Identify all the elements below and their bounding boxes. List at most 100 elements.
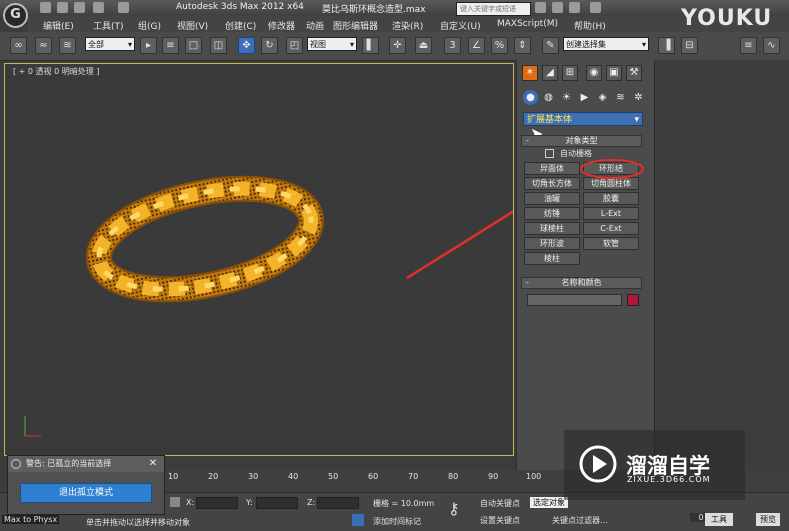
cameras-icon[interactable]: ▶ xyxy=(577,90,592,105)
undo-icon[interactable] xyxy=(93,2,104,13)
angle-snap-icon[interactable]: ∠ xyxy=(468,37,485,54)
hose-button[interactable]: 软管 xyxy=(583,237,639,250)
menu-graph-editors[interactable]: 图形编辑器 xyxy=(333,19,378,32)
lights-icon[interactable]: ☀ xyxy=(559,90,574,105)
maxscript-listener[interactable]: Max to Physx xyxy=(2,515,60,524)
c-ext-button[interactable]: C-Ext xyxy=(583,222,639,235)
name-color-rollout[interactable]: - 名称和颜色 xyxy=(521,277,642,289)
hierarchy-tab-icon[interactable]: ⊞ xyxy=(562,65,578,81)
time-tag-icon[interactable] xyxy=(352,514,364,526)
rect-selection-icon[interactable]: □ xyxy=(185,37,202,54)
edit-named-sets-icon[interactable]: ✎ xyxy=(542,37,559,54)
helpers-icon[interactable]: ◈ xyxy=(595,90,610,105)
modify-tab-icon[interactable]: ◢ xyxy=(542,65,558,81)
y-coord-field[interactable] xyxy=(256,497,298,509)
tool-button[interactable]: 工具 xyxy=(705,513,733,526)
select-object-icon[interactable]: ▸ xyxy=(140,37,157,54)
select-move-icon[interactable]: ✥ xyxy=(238,37,255,54)
subscription-icon[interactable] xyxy=(552,2,563,13)
reference-coord-select[interactable]: 视图 xyxy=(307,37,357,52)
utilities-tab-icon[interactable]: ⚒ xyxy=(626,65,642,81)
close-icon[interactable]: ✕ xyxy=(147,458,159,470)
grid-size: 栅格 = 10.0mm xyxy=(373,499,435,508)
x-coord-field[interactable] xyxy=(196,497,238,509)
app-logo-icon[interactable]: G xyxy=(3,3,28,28)
key-filters-button[interactable]: 关键点过滤器... xyxy=(552,515,608,526)
spindle-button[interactable]: 纺锤 xyxy=(524,207,580,220)
tick-70: 70 xyxy=(408,472,419,481)
select-manipulate-icon[interactable]: ✛ xyxy=(389,37,406,54)
perspective-viewport[interactable]: [ + 0 透视 0 明暗处理 ] xyxy=(4,63,514,456)
menu-create[interactable]: 创建(C) xyxy=(225,19,256,32)
object-type-rollout[interactable]: - 对象类型 xyxy=(521,135,642,147)
geometry-icon[interactable]: ● xyxy=(523,90,538,105)
new-file-icon[interactable] xyxy=(40,2,51,13)
space-warps-icon[interactable]: ≋ xyxy=(613,90,628,105)
shapes-icon[interactable]: ◍ xyxy=(541,90,556,105)
menu-rendering[interactable]: 渲染(R) xyxy=(392,19,423,32)
link-icon[interactable]: ∞ xyxy=(10,37,27,54)
exit-isolate-button[interactable]: 退出孤立模式 xyxy=(20,483,152,503)
add-time-tag[interactable]: 添加时间标记 xyxy=(373,516,421,527)
pivot-center-icon[interactable]: ▌ xyxy=(362,37,379,54)
open-file-icon[interactable] xyxy=(57,2,68,13)
menu-modifiers[interactable]: 修改器 xyxy=(268,19,295,32)
set-key-button[interactable]: 设置关键点 xyxy=(480,515,520,526)
auto-grid-checkbox[interactable] xyxy=(545,149,554,158)
lock-selection-icon[interactable] xyxy=(170,497,180,507)
menu-group[interactable]: 组(G) xyxy=(138,19,161,32)
help-icon[interactable] xyxy=(590,2,601,13)
menu-views[interactable]: 视图(V) xyxy=(177,19,208,32)
object-color-swatch[interactable] xyxy=(627,294,639,306)
curve-editor-icon[interactable]: ∿ xyxy=(763,37,780,54)
select-scale-icon[interactable]: ◰ xyxy=(286,37,303,54)
l-ext-button[interactable]: L-Ext xyxy=(583,207,639,220)
bind-space-warp-icon[interactable]: ≋ xyxy=(59,37,76,54)
menu-tools[interactable]: 工具(T) xyxy=(93,19,124,32)
search-icon[interactable] xyxy=(535,2,546,13)
percent-snap-icon[interactable]: % xyxy=(491,37,508,54)
redo-icon[interactable] xyxy=(118,2,129,13)
star-icon[interactable] xyxy=(569,2,580,13)
search-input[interactable]: 键入关键字或短语 xyxy=(456,2,531,16)
save-icon[interactable] xyxy=(74,2,85,13)
menu-edit[interactable]: 编辑(E) xyxy=(43,19,74,32)
prism-button[interactable]: 棱柱 xyxy=(524,252,580,265)
keyboard-shortcut-icon[interactable]: ⏏ xyxy=(415,37,432,54)
object-name-field[interactable] xyxy=(527,294,622,306)
preview-button[interactable]: 预览 xyxy=(756,513,780,526)
systems-icon[interactable]: ✲ xyxy=(631,90,646,105)
youku-watermark: YOUKU xyxy=(681,6,773,31)
y-label: Y: xyxy=(246,498,253,507)
selected-select[interactable]: 选定对象 xyxy=(530,497,568,508)
prompt-text: 单击并拖动以选择并移动对象 xyxy=(86,518,190,527)
gengon-button[interactable]: 球棱柱 xyxy=(524,222,580,235)
display-tab-icon[interactable]: ▣ xyxy=(606,65,622,81)
z-coord-field[interactable] xyxy=(317,497,359,509)
capsule-button[interactable]: 胶囊 xyxy=(583,192,639,205)
unlink-icon[interactable]: ≈ xyxy=(35,37,52,54)
motion-tab-icon[interactable]: ◉ xyxy=(586,65,602,81)
ring-wave-button[interactable]: 环形波 xyxy=(524,237,580,250)
menu-animation[interactable]: 动画 xyxy=(306,19,324,32)
menu-customize[interactable]: 自定义(U) xyxy=(440,19,481,32)
select-rotate-icon[interactable]: ↻ xyxy=(261,37,278,54)
select-by-name-icon[interactable]: ≡ xyxy=(162,37,179,54)
layer-manager-icon[interactable]: ≡ xyxy=(740,37,757,54)
twisted-gold-ring xyxy=(85,175,325,303)
menu-help[interactable]: 帮助(H) xyxy=(574,19,606,32)
align-icon[interactable]: ⊟ xyxy=(681,37,698,54)
snap-3d-icon[interactable]: 3 xyxy=(444,37,461,54)
selection-filter-select[interactable]: 全部 xyxy=(85,37,135,52)
oil-tank-button[interactable]: 油罐 xyxy=(524,192,580,205)
auto-key-button[interactable]: 自动关键点 xyxy=(480,498,520,509)
spinner-snap-icon[interactable]: ⇕ xyxy=(514,37,531,54)
named-selection-select[interactable]: 创建选择集 xyxy=(563,37,649,52)
window-crossing-icon[interactable]: ◫ xyxy=(210,37,227,54)
key-icon[interactable]: ⚷ xyxy=(448,499,472,523)
menu-maxscript[interactable]: MAXScript(M) xyxy=(497,19,558,29)
mirror-icon[interactable]: ▐ xyxy=(658,37,675,54)
chamfer-box-button[interactable]: 切角长方体 xyxy=(524,177,580,190)
hedra-button[interactable]: 异面体 xyxy=(524,162,580,175)
create-tab-icon[interactable]: ✶ xyxy=(522,65,538,81)
